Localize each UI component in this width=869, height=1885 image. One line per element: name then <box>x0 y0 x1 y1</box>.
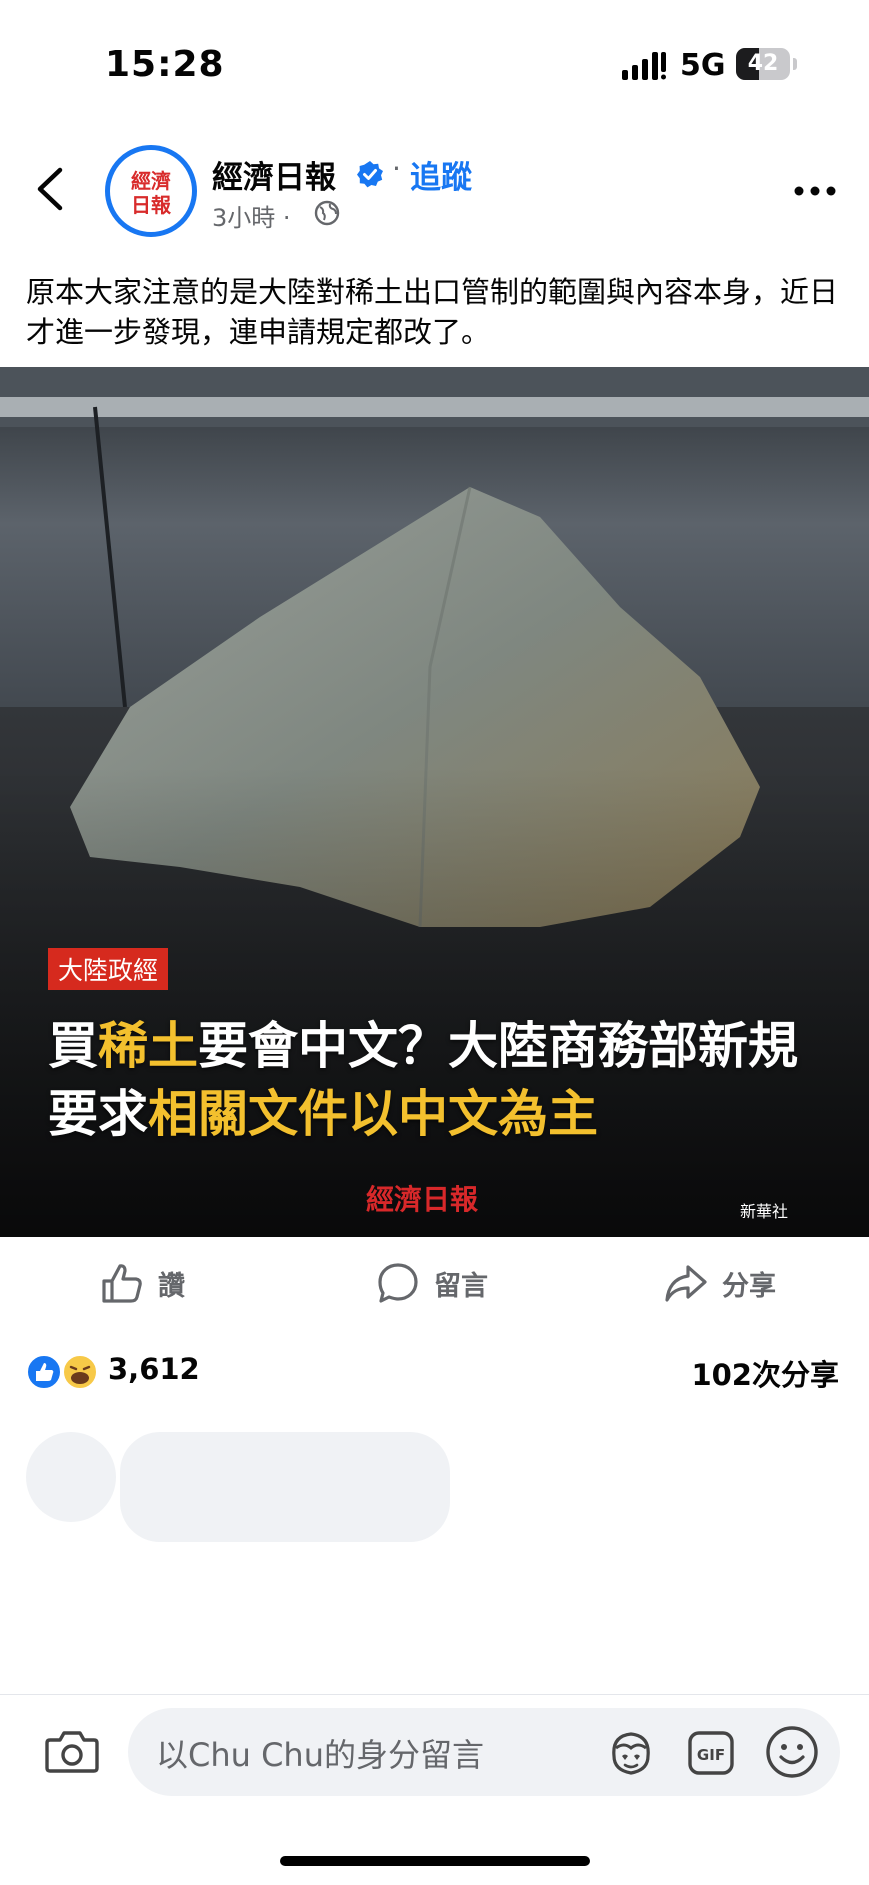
follow-separator: · <box>392 152 401 185</box>
comment-label: 留言 <box>434 1270 488 1302</box>
home-indicator <box>280 1856 590 1866</box>
chevron-left-icon[interactable] <box>30 164 70 214</box>
image-headline: 買稀土要會中文？大陸商務部新規 要求相關文件以中文為主 <box>48 1012 848 1148</box>
headline-part-2: 稀土 <box>98 1017 198 1075</box>
battery-text: 42 <box>747 51 779 76</box>
signal-icon <box>622 52 666 80</box>
share-count[interactable]: 102次分享 <box>691 1352 839 1394</box>
comment-icon <box>378 1263 418 1303</box>
like-icon <box>102 1264 142 1303</box>
emoji-icon[interactable] <box>764 1724 820 1780</box>
category-tag: 大陸政經 <box>48 948 169 990</box>
post-caption: 原本大家注意的是大陸對稀土出口管制的範圍與內容本身，近日才進一步發現，連申請規定… <box>26 275 839 349</box>
verified-icon <box>357 161 383 188</box>
comment-placeholder[interactable]: 以Chu Chu的身分留言 <box>156 1730 484 1776</box>
avatar-line-1: 經濟 <box>131 169 171 193</box>
reaction-icons[interactable] <box>26 1354 98 1390</box>
comment-button[interactable]: 留言 <box>376 1258 488 1308</box>
comment-bubble-placeholder <box>120 1432 450 1542</box>
avatar-line-2: 日報 <box>131 193 171 217</box>
camera-icon[interactable] <box>44 1726 100 1776</box>
page-name[interactable]: 經濟日報 <box>212 152 336 197</box>
globe-icon <box>314 200 340 226</box>
share-icon <box>665 1265 707 1302</box>
gif-icon[interactable]: GIF <box>686 1728 736 1778</box>
headline-part-4: 相關文件以中文為主 <box>148 1085 598 1143</box>
share-label: 分享 <box>722 1270 776 1302</box>
battery-cap <box>793 58 797 70</box>
like-button[interactable]: 讚 <box>100 1258 185 1308</box>
reaction-count[interactable]: 3,612 <box>108 1352 200 1386</box>
avatar-sticker-icon[interactable] <box>604 1726 658 1780</box>
network-label: 5G <box>680 48 726 83</box>
like-label: 讚 <box>158 1270 185 1302</box>
image-credit: 新華社 <box>740 1202 789 1221</box>
status-time: 15:28 <box>105 44 225 85</box>
more-icon[interactable] <box>794 186 836 196</box>
svg-text:GIF: GIF <box>697 1746 725 1764</box>
post-timestamp[interactable]: 3小時 · <box>212 198 291 233</box>
image-watermark: 經濟日報 <box>366 1183 479 1216</box>
battery-icon: 42 <box>736 48 790 80</box>
headline-part-1: 買 <box>48 1017 98 1075</box>
follow-button[interactable]: 追蹤 <box>410 152 472 197</box>
page-avatar[interactable]: 經濟 日報 <box>105 145 197 237</box>
comment-avatar-placeholder <box>26 1432 116 1522</box>
share-button[interactable]: 分享 <box>664 1258 776 1308</box>
